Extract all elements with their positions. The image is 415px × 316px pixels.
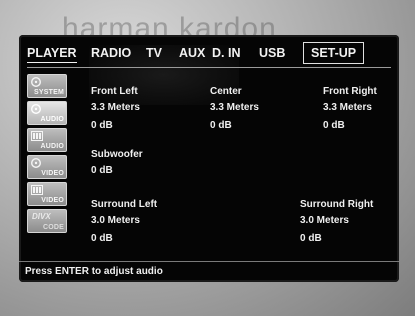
channel-front-left[interactable]: Front Left 3.3 Meters 0 dB [91, 85, 140, 132]
channel-distance: 3.0 Meters [91, 215, 140, 226]
tab-player[interactable]: PLAYER [27, 46, 77, 63]
channel-name: Front Left [91, 86, 138, 97]
channel-subwoofer[interactable]: Subwoofer 0 dB [91, 148, 143, 177]
channel-distance: 3.3 Meters [91, 102, 140, 113]
sidebar-item-video-film[interactable]: VIDEO [27, 182, 67, 206]
channel-center[interactable]: Center 3.3 Meters 0 dB [210, 85, 259, 132]
sidebar-item-video-disc[interactable]: VIDEO [27, 155, 67, 179]
channel-surround-right[interactable]: Surround Right 3.0 Meters 0 dB [300, 198, 373, 245]
channel-level: 0 dB [323, 120, 345, 131]
sidebar-item-audio-disc[interactable]: AUDIO [27, 101, 67, 125]
sidebar-item-system[interactable]: SYSTEM [27, 74, 67, 98]
sidebar-item-label: CODE [42, 224, 64, 231]
channel-name: Surround Right [300, 199, 374, 210]
disc-icon [31, 158, 41, 168]
channel-distance: 3.3 Meters [323, 102, 372, 113]
disc-icon [31, 104, 41, 114]
channel-name: Front Right [323, 86, 377, 97]
divx-logo: DIVX [32, 212, 51, 221]
disc-icon [31, 77, 41, 87]
channel-level: 0 dB [91, 165, 113, 176]
tab-tv[interactable]: TV [146, 46, 162, 60]
tab-usb[interactable]: USB [259, 46, 285, 60]
channel-level: 0 dB [210, 120, 232, 131]
sidebar-item-label: AUDIO [40, 116, 64, 123]
channel-distance: 3.3 Meters [210, 102, 259, 113]
tab-digital-in[interactable]: D. IN [212, 46, 240, 60]
sidebar-item-label: VIDEO [41, 170, 64, 177]
channel-front-right[interactable]: Front Right 3.3 Meters 0 dB [323, 85, 377, 132]
tab-setup[interactable]: SET-UP [303, 42, 365, 64]
nav-divider [27, 67, 391, 68]
channel-level: 0 dB [91, 120, 113, 131]
channel-name: Subwoofer [91, 149, 143, 160]
channel-surround-left[interactable]: Surround Left 3.0 Meters 0 dB [91, 198, 157, 245]
channel-level: 0 dB [91, 233, 113, 244]
top-nav: PLAYER RADIO TV AUX D. IN USB SET-UP [19, 35, 399, 69]
tab-radio[interactable]: RADIO [91, 46, 131, 60]
status-divider [19, 261, 399, 262]
channel-name: Surround Left [91, 199, 158, 210]
sidebar-item-audio-film[interactable]: AUDIO [27, 128, 67, 152]
film-icon [31, 185, 43, 195]
channel-level: 0 dB [300, 233, 322, 244]
sidebar-item-label: VIDEO [41, 197, 64, 204]
sidebar-item-divx-code[interactable]: DIVX CODE [27, 209, 67, 233]
status-message: Press ENTER to adjust audio [25, 266, 163, 277]
film-icon [31, 131, 43, 141]
sidebar-item-label: AUDIO [40, 143, 64, 150]
setup-sidebar: SYSTEM AUDIO AUDIO VIDEO VIDEO DIVX CODE [27, 74, 75, 236]
setup-screen: PLAYER RADIO TV AUX D. IN USB SET-UP SYS… [19, 35, 399, 282]
channel-distance: 3.0 Meters [300, 215, 349, 226]
tab-aux[interactable]: AUX [179, 46, 205, 60]
channel-name: Center [210, 86, 242, 97]
sidebar-item-label: SYSTEM [34, 89, 64, 96]
